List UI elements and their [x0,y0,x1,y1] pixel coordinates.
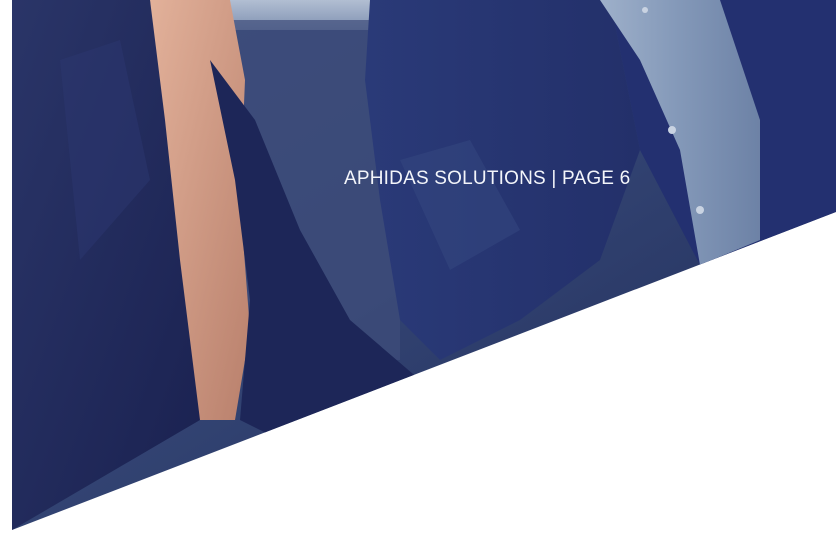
page-footer-label: APHIDAS SOLUTIONS | PAGE 6 [344,168,631,189]
cover-photo [12,0,836,530]
document-page: APHIDAS SOLUTIONS | PAGE 6 [0,0,836,537]
